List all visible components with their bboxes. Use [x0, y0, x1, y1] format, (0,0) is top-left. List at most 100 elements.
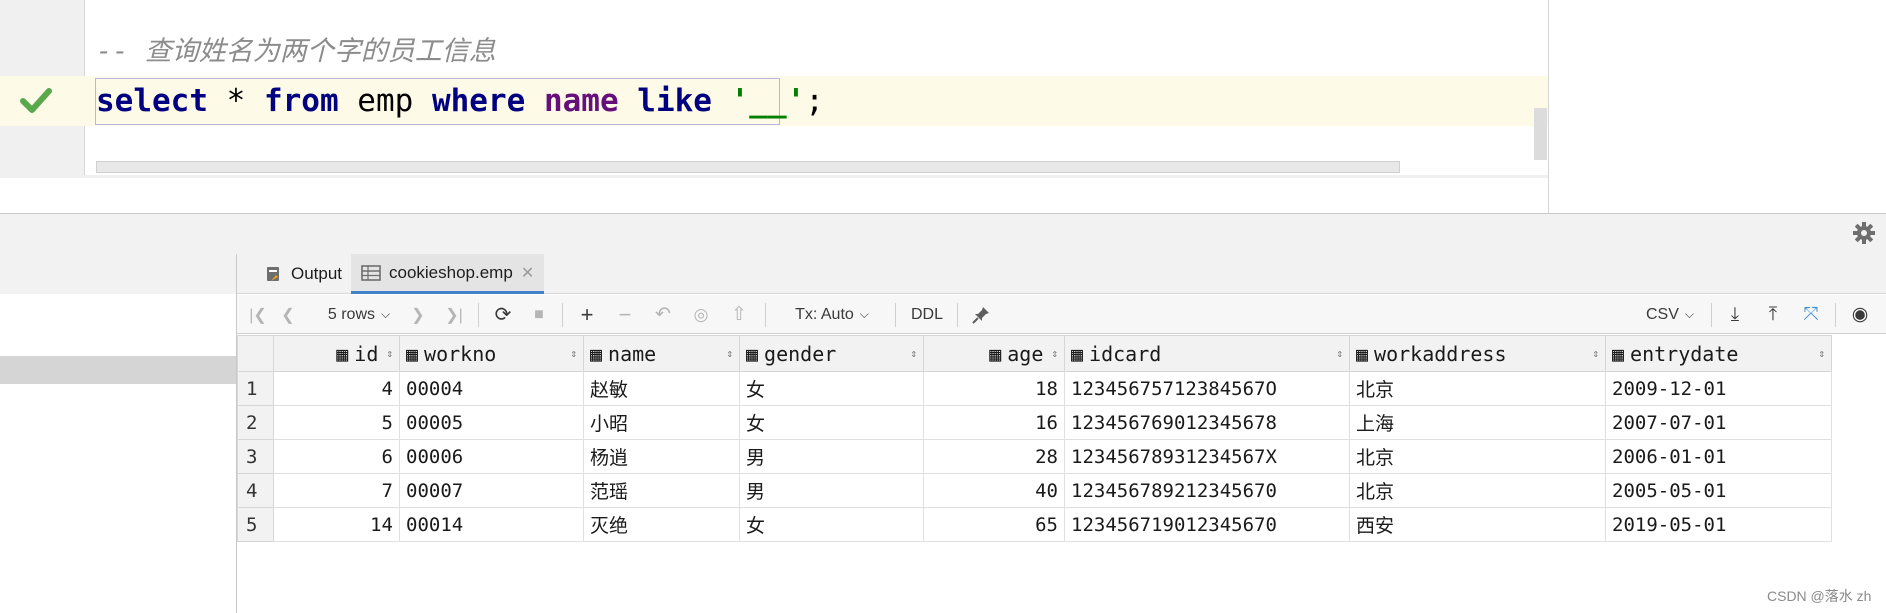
column-header-entrydate[interactable]: ▦ entrydate ⇕ [1605, 335, 1832, 372]
row-number[interactable]: 4 [237, 473, 274, 508]
cell-id[interactable]: 5 [273, 405, 400, 440]
column-header-age[interactable]: ▦ age ⇕ [923, 335, 1065, 372]
horizontal-scrollbar[interactable] [96, 161, 1400, 173]
column-header-id[interactable]: ▦ id ⇕ [273, 335, 400, 372]
cell-idcard[interactable]: 123456769012345678 [1064, 405, 1350, 440]
column-header-name[interactable]: ▦ name ⇕ [583, 335, 740, 372]
table-row[interactable]: 4 7 00007 范瑶 男 40 123456789212345670 北京 … [237, 473, 1832, 508]
last-page-icon[interactable]: ❯| [441, 295, 467, 334]
sql-statement[interactable]: select * from emp where name like '__'; [96, 78, 824, 124]
export-format-dropdown[interactable]: CSV ⌵ [1641, 295, 1699, 334]
services-tree-selected-item[interactable] [0, 356, 236, 384]
cell-gender[interactable]: 女 [739, 405, 924, 440]
close-icon[interactable]: ✕ [521, 263, 534, 283]
export-icon[interactable]: ⤓ [1721, 295, 1749, 334]
cell-workaddress[interactable]: 北京 [1349, 439, 1606, 474]
pin-icon[interactable] [967, 295, 995, 334]
transaction-mode-dropdown[interactable]: Tx: Auto ⌵ [777, 295, 887, 334]
sort-icon[interactable]: ⇕ [386, 347, 393, 360]
revert-icon[interactable]: ↶ [649, 295, 677, 334]
cell-entrydate[interactable]: 2005-05-01 [1605, 473, 1832, 508]
gear-icon[interactable] [1853, 222, 1875, 244]
preview-changes-icon[interactable]: ◎ [687, 295, 715, 334]
cell-age[interactable]: 65 [923, 507, 1065, 542]
cell-name[interactable]: 杨逍 [583, 439, 740, 474]
tab-output[interactable]: Output [255, 254, 352, 294]
sort-icon[interactable]: ⇕ [726, 347, 733, 360]
row-number[interactable]: 1 [237, 371, 274, 406]
row-number[interactable]: 5 [237, 507, 274, 542]
cell-id[interactable]: 14 [273, 507, 400, 542]
cell-entrydate[interactable]: 2006-01-01 [1605, 439, 1832, 474]
cell-idcard[interactable]: 12345675712384567O [1064, 371, 1350, 406]
cell-age[interactable]: 18 [923, 371, 1065, 406]
sort-icon[interactable]: ⇕ [1818, 347, 1825, 360]
rows-count-dropdown[interactable]: 5 rows ⌵ [319, 295, 399, 334]
table-row[interactable]: 1 4 00004 赵敏 女 18 12345675712384567O 北京 … [237, 371, 1832, 406]
cell-age[interactable]: 16 [923, 405, 1065, 440]
sort-icon[interactable]: ⇕ [1336, 347, 1343, 360]
result-grid[interactable]: ▦ id ⇕ ▦ workno ⇕ ▦ name ⇕ ▦ gender ⇕ ▦ age ⇕ ▦ idc… [237, 335, 1832, 542]
cell-age[interactable]: 40 [923, 473, 1065, 508]
row-number-header [237, 335, 274, 372]
cell-entrydate[interactable]: 2009-12-01 [1605, 371, 1832, 406]
view-icon[interactable]: ◉ [1843, 295, 1877, 334]
sql-comment: -- 查询姓名为两个字的员工信息 [96, 36, 496, 67]
cell-idcard[interactable]: 12345678931234567X [1064, 439, 1350, 474]
cell-workno[interactable]: 00014 [399, 507, 584, 542]
cell-gender[interactable]: 女 [739, 507, 924, 542]
submit-icon[interactable]: ⇧ [725, 295, 753, 334]
sort-icon[interactable]: ⇕ [570, 347, 577, 360]
cell-workno[interactable]: 00004 [399, 371, 584, 406]
cell-idcard[interactable]: 123456719012345670 [1064, 507, 1350, 542]
cell-id[interactable]: 6 [273, 439, 400, 474]
table-row[interactable]: 5 14 00014 灭绝 女 65 123456719012345670 西安… [237, 507, 1832, 542]
column-header-workaddress[interactable]: ▦ workaddress ⇕ [1349, 335, 1606, 372]
services-tree[interactable] [0, 294, 236, 613]
cell-entrydate[interactable]: 2007-07-01 [1605, 405, 1832, 440]
add-row-icon[interactable]: + [573, 295, 601, 334]
check-icon[interactable] [20, 86, 52, 114]
cell-name[interactable]: 范瑶 [583, 473, 740, 508]
ddl-button[interactable]: DDL [905, 295, 949, 334]
sort-icon[interactable]: ⇕ [910, 347, 917, 360]
cell-idcard[interactable]: 123456789212345670 [1064, 473, 1350, 508]
cell-workno[interactable]: 00007 [399, 473, 584, 508]
next-page-icon[interactable]: ❯ [405, 295, 431, 334]
sort-icon[interactable]: ⇕ [1051, 347, 1058, 360]
row-number[interactable]: 3 [237, 439, 274, 474]
delete-row-icon[interactable]: − [611, 295, 639, 334]
table-row[interactable]: 2 5 00005 小昭 女 16 123456769012345678 上海 … [237, 405, 1832, 440]
cell-workno[interactable]: 00006 [399, 439, 584, 474]
stop-icon[interactable]: ■ [525, 295, 553, 334]
prev-page-icon[interactable]: ❮ [275, 295, 301, 334]
refresh-icon[interactable]: ⟳ [489, 295, 517, 334]
tab-cookieshop-emp[interactable]: cookieshop.emp ✕ [351, 254, 545, 294]
cell-age[interactable]: 28 [923, 439, 1065, 474]
cell-id[interactable]: 7 [273, 473, 400, 508]
cell-gender[interactable]: 男 [739, 473, 924, 508]
cell-workaddress[interactable]: 西安 [1349, 507, 1606, 542]
cell-workno[interactable]: 00005 [399, 405, 584, 440]
first-page-icon[interactable]: |❮ [245, 295, 271, 334]
table-row[interactable]: 3 6 00006 杨逍 男 28 12345678931234567X 北京 … [237, 439, 1832, 474]
column-header-idcard[interactable]: ▦ idcard ⇕ [1064, 335, 1350, 372]
cell-id[interactable]: 4 [273, 371, 400, 406]
row-number[interactable]: 2 [237, 405, 274, 440]
column-header-gender[interactable]: ▦ gender ⇕ [739, 335, 924, 372]
vertical-scrollbar[interactable] [1534, 108, 1547, 160]
column-header-workno[interactable]: ▦ workno ⇕ [399, 335, 584, 372]
cell-entrydate[interactable]: 2019-05-01 [1605, 507, 1832, 542]
cell-name[interactable]: 小昭 [583, 405, 740, 440]
sort-icon[interactable]: ⇕ [1592, 347, 1599, 360]
import-icon[interactable]: ⤒ [1759, 295, 1787, 334]
cell-workaddress[interactable]: 北京 [1349, 371, 1606, 406]
cell-workaddress[interactable]: 北京 [1349, 473, 1606, 508]
cell-gender[interactable]: 女 [739, 371, 924, 406]
cell-name[interactable]: 灭绝 [583, 507, 740, 542]
compare-icon[interactable]: ⤧ [1797, 295, 1825, 334]
cell-name[interactable]: 赵敏 [583, 371, 740, 406]
cell-gender[interactable]: 男 [739, 439, 924, 474]
cell-workaddress[interactable]: 上海 [1349, 405, 1606, 440]
